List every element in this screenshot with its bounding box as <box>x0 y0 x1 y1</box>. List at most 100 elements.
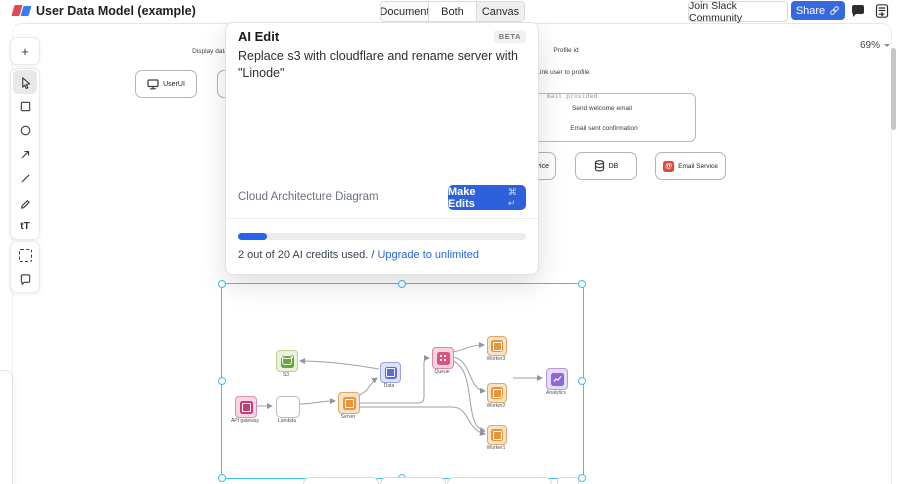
node-label: Worker2 <box>486 403 506 409</box>
node-s3[interactable] <box>276 350 298 372</box>
node-label: Lambda <box>277 418 297 424</box>
api-gateway-icon <box>241 402 251 412</box>
document-page-edge <box>0 370 13 484</box>
pencil-icon <box>20 199 30 209</box>
toolbar-extra-card <box>10 241 40 293</box>
selection-handle[interactable] <box>218 474 226 482</box>
zoom-level: 69% <box>859 39 880 51</box>
share-link-icon <box>830 6 840 15</box>
tab-both[interactable]: Both <box>428 2 476 21</box>
cursor-icon <box>21 76 30 89</box>
eraser-logo-icon[interactable] <box>11 5 33 17</box>
diagram-type-label: Cloud Architecture Diagram <box>238 191 379 203</box>
node-label: Queue <box>434 369 450 375</box>
more-menu-icon[interactable]: ··· <box>149 1 165 16</box>
beta-badge: BETA <box>493 30 526 43</box>
node-data[interactable] <box>380 362 401 383</box>
selection-handle[interactable] <box>218 280 226 288</box>
scrollbar-thumb[interactable] <box>891 48 896 130</box>
selection-handle[interactable] <box>578 377 586 385</box>
make-edits-label: Make Edits <box>448 185 476 210</box>
node-label: API gateway <box>230 418 260 424</box>
node-label: Data <box>383 383 395 389</box>
marquee-icon <box>18 248 32 262</box>
node-label: Worker1 <box>486 445 506 451</box>
arrow-icon <box>21 150 29 158</box>
line-tool[interactable] <box>13 166 37 190</box>
tab-canvas[interactable]: Canvas <box>476 2 524 21</box>
credits-text: 2 out of 20 AI credits used. / Upgrade t… <box>238 249 479 261</box>
monitor-icon <box>147 78 159 89</box>
join-slack-button[interactable]: Join Slack Community <box>688 0 788 24</box>
node-analytics[interactable] <box>546 368 568 390</box>
add-tool[interactable]: + <box>13 39 37 63</box>
tab-document[interactable]: Document <box>381 2 430 21</box>
suggestion-pill[interactable] <box>303 477 379 484</box>
node-server[interactable] <box>338 392 360 414</box>
selection-handle[interactable] <box>578 474 586 482</box>
database-icon <box>594 160 604 172</box>
fragment-condition-label: mail provided <box>546 92 598 100</box>
panel-title: AI Edit <box>238 29 280 44</box>
message-label: Link user to profile <box>533 69 593 76</box>
ellipse-icon <box>20 125 30 135</box>
suggestion-pill[interactable] <box>380 477 446 484</box>
marquee-tool[interactable] <box>13 243 37 267</box>
data-icon <box>386 368 395 377</box>
selection-handle[interactable] <box>578 280 586 288</box>
worker-icon <box>492 388 502 398</box>
ai-edit-panel: AI Edit BETA Replace s3 with cloudflare … <box>225 22 539 275</box>
message-label: Profile id <box>550 47 582 54</box>
actor-label: DB <box>608 162 619 170</box>
document-title[interactable]: User Data Model (example) <box>36 4 196 18</box>
message-label: Send welcome email <box>569 105 635 112</box>
node-api-gateway[interactable] <box>235 396 257 418</box>
credits-progress-bar <box>238 233 526 240</box>
node-lambda[interactable] <box>276 396 300 418</box>
shortcut-hint: ⌘ ↵ <box>507 186 517 208</box>
queue-icon <box>439 354 447 362</box>
selection-handle[interactable] <box>218 377 226 385</box>
node-worker2[interactable] <box>487 383 507 403</box>
toolbar-tools-card: tT <box>10 68 40 240</box>
chat-icon[interactable] <box>850 3 866 19</box>
credits-separator: / <box>371 249 375 261</box>
sequence-actor-email-service[interactable]: @ Email Service <box>655 152 726 180</box>
comment-tool[interactable] <box>13 267 37 291</box>
credits-used-label: 2 out of 20 AI credits used. <box>238 249 369 261</box>
comment-icon <box>20 273 30 285</box>
chevron-down-icon <box>884 43 890 47</box>
node-worker3[interactable] <box>487 336 507 356</box>
arrow-tool[interactable] <box>13 142 37 166</box>
analytics-chart-icon <box>553 376 561 382</box>
suggestion-pill[interactable] <box>447 477 552 484</box>
line-icon <box>21 174 29 182</box>
zoom-control[interactable]: 69% <box>846 38 890 52</box>
share-label: Share <box>795 4 826 17</box>
cursor-tool[interactable] <box>13 70 37 94</box>
app-window: Display data Profile id Link user to pro… <box>0 0 900 484</box>
node-label: S3 <box>282 372 290 378</box>
upgrade-link[interactable]: Upgrade to unlimited <box>377 249 479 261</box>
s3-bucket-icon <box>280 354 294 365</box>
sequence-actor-db[interactable]: DB <box>575 152 637 180</box>
share-button[interactable]: Share <box>791 1 845 20</box>
actor-label: Email Service <box>678 162 718 170</box>
toolbar-add-card: + <box>10 37 40 65</box>
rectangle-icon <box>20 101 30 111</box>
text-tool[interactable]: tT <box>13 214 37 238</box>
ellipse-tool[interactable] <box>13 118 37 142</box>
divider <box>226 218 538 219</box>
message-label: Email sent confirmation <box>567 125 641 132</box>
make-edits-button[interactable]: Make Edits ⌘ ↵ <box>448 185 526 210</box>
rectangle-tool[interactable] <box>13 94 37 118</box>
journal-icon[interactable] <box>874 3 890 19</box>
node-worker1[interactable] <box>487 425 507 445</box>
node-queue[interactable] <box>432 347 454 369</box>
sequence-actor-userui[interactable]: UserUI <box>135 70 197 98</box>
credits-progress-fill <box>238 233 267 240</box>
ai-prompt-input[interactable]: Replace s3 with cloudflare and rename se… <box>238 48 526 82</box>
suggestion-button[interactable] <box>557 477 579 484</box>
pencil-tool[interactable] <box>13 190 37 214</box>
selection-handle[interactable] <box>398 280 406 288</box>
